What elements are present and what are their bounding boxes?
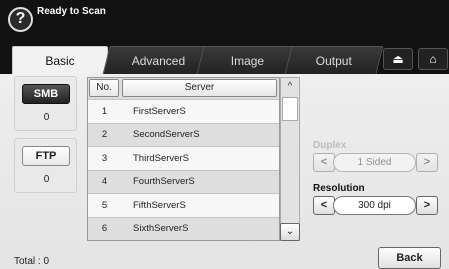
- smb-count: 0: [43, 112, 50, 123]
- resolution-next-icon[interactable]: >: [416, 196, 438, 215]
- upload-icon[interactable]: ⏏: [383, 48, 413, 70]
- row-number: 3: [101, 152, 108, 164]
- scan-screen: ? Ready to Scan Basic Advanced Image Out…: [0, 0, 449, 269]
- scroll-up-icon[interactable]: ^: [282, 79, 298, 95]
- resolution-stepper: < 300 dpi >: [313, 196, 438, 215]
- row-number: 6: [101, 223, 108, 235]
- duplex-stepper: < 1 Sided >: [313, 153, 438, 172]
- ftp-button[interactable]: FTP: [22, 146, 70, 166]
- row-number: 5: [101, 199, 108, 211]
- category-smb: SMB 0: [14, 76, 77, 131]
- help-icon[interactable]: ?: [8, 7, 33, 32]
- row-number: 4: [101, 176, 108, 188]
- row-number: 2: [101, 129, 108, 141]
- tab-output[interactable]: Output: [284, 46, 384, 74]
- resolution-label: Resolution: [313, 183, 365, 194]
- tab-basic-label: Basic: [45, 54, 75, 68]
- category-panel: SMB 0 FTP 0: [14, 76, 77, 196]
- tab-bar: Basic Advanced Image Output ⏏ ⌂: [0, 38, 449, 74]
- table-row[interactable]: 5 FifthServerS: [88, 193, 279, 217]
- table-header: No. Server: [88, 78, 279, 98]
- page-title: Ready to Scan: [37, 6, 106, 17]
- tab-output-label: Output: [315, 54, 352, 68]
- scroll-thumb[interactable]: [282, 97, 298, 121]
- server-name: FirstServerS: [133, 105, 186, 117]
- table-body: 1 FirstServerS 2 SecondServerS 3 ThirdSe…: [88, 99, 279, 240]
- resolution-prev-icon[interactable]: <: [313, 196, 335, 215]
- column-header-no[interactable]: No.: [89, 79, 119, 97]
- resolution-value[interactable]: 300 dpi: [333, 196, 416, 215]
- table-row[interactable]: 6 SixthServerS: [88, 216, 279, 240]
- duplex-label: Duplex: [313, 140, 347, 151]
- server-table: No. Server 1 FirstServerS 2 SecondServer…: [87, 77, 280, 241]
- server-name: SecondServerS: [133, 129, 200, 141]
- tab-advanced-label: Advanced: [132, 54, 186, 68]
- column-header-server[interactable]: Server: [122, 79, 277, 97]
- table-row[interactable]: 1 FirstServerS: [88, 99, 279, 123]
- table-scrollbar[interactable]: ^ ⌄: [280, 77, 300, 241]
- table-row[interactable]: 2 SecondServerS: [88, 122, 279, 146]
- duplex-value: 1 Sided: [333, 153, 416, 172]
- tab-basic[interactable]: Basic: [12, 46, 108, 74]
- category-ftp: FTP 0: [14, 138, 77, 193]
- duplex-prev-icon: <: [313, 153, 335, 172]
- scroll-down-icon[interactable]: ⌄: [280, 223, 300, 241]
- row-number: 1: [101, 105, 108, 117]
- duplex-next-icon: >: [416, 153, 438, 172]
- ftp-count: 0: [43, 174, 50, 185]
- server-name: FourthServerS: [133, 176, 195, 188]
- header-bar: ? Ready to Scan: [0, 0, 449, 38]
- table-row[interactable]: 4 FourthServerS: [88, 169, 279, 193]
- total-count: Total : 0: [14, 256, 50, 267]
- main-content: SMB 0 FTP 0 No. Server 1 FirstServerS 2: [0, 74, 449, 269]
- server-name: FifthServerS: [133, 199, 186, 211]
- home-icon[interactable]: ⌂: [418, 48, 448, 70]
- back-button[interactable]: Back: [378, 247, 441, 269]
- tab-image[interactable]: Image: [196, 46, 299, 74]
- server-name: ThirdServerS: [133, 152, 189, 164]
- server-name: SixthServerS: [133, 223, 189, 235]
- smb-button[interactable]: SMB: [22, 84, 70, 104]
- tab-image-label: Image: [230, 54, 264, 68]
- table-row[interactable]: 3 ThirdServerS: [88, 146, 279, 170]
